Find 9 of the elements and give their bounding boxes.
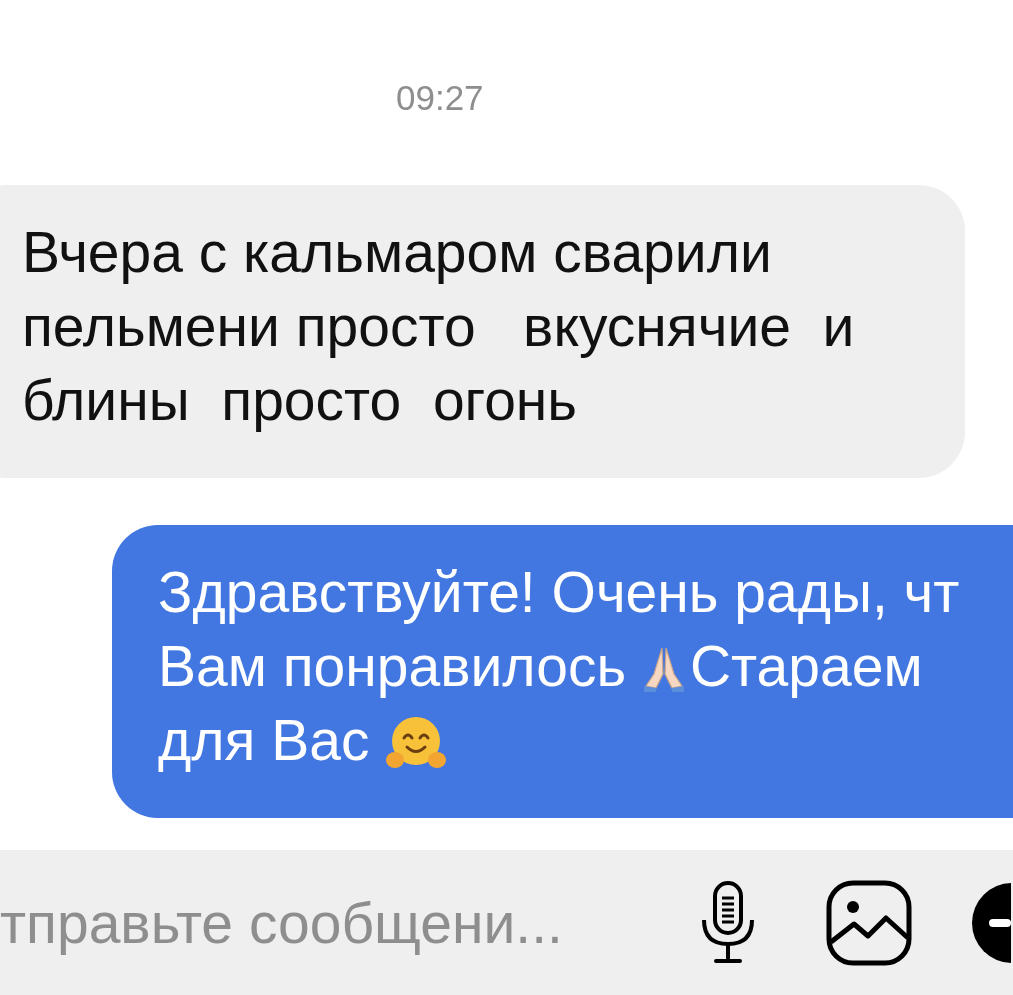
message-field[interactable]: тправьте сообщени...	[0, 850, 1013, 995]
message-text: Здравствуйте! Очень рады, чт	[158, 560, 960, 624]
message-text: для Вас	[158, 708, 371, 772]
message-time: 09:27	[396, 78, 484, 117]
image-icon[interactable]	[826, 879, 912, 966]
message-text: Стараем	[689, 634, 923, 698]
message-text: Вчера с кальмаром сварили пельмени просто вкуснячие и блины просто огонь	[22, 219, 856, 434]
microphone-icon[interactable]	[700, 879, 756, 966]
message-text: Вам понравилось	[158, 634, 628, 698]
